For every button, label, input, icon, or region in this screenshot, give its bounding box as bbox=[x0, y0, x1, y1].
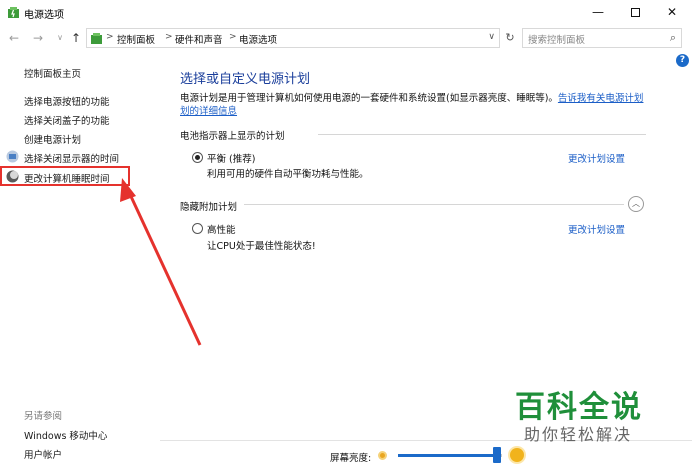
sidebar-item-create-plan[interactable]: 创建电源计划 bbox=[24, 132, 81, 146]
minimize-button[interactable]: — bbox=[580, 0, 616, 24]
plan-radio-balanced[interactable] bbox=[192, 152, 203, 163]
sun-bright-icon bbox=[510, 448, 524, 462]
address-bar[interactable]: > 控制面板 > 硬件和声音 > 电源选项 ∨ bbox=[86, 28, 500, 48]
breadcrumb-separator: > bbox=[229, 32, 237, 42]
help-icon[interactable]: ? bbox=[676, 54, 689, 67]
recent-locations-icon[interactable]: ∨ bbox=[52, 30, 68, 46]
forward-arrow-icon[interactable]: → bbox=[30, 30, 46, 46]
page-title: 选择或自定义电源计划 bbox=[180, 72, 311, 87]
learn-more-link[interactable]: 告诉我有关电源计划 bbox=[558, 93, 644, 104]
plan-desc-balanced: 利用可用的硬件自动平衡功耗与性能。 bbox=[207, 169, 369, 180]
change-plan-settings-link[interactable]: 更改计划设置 bbox=[568, 222, 625, 236]
section-divider bbox=[244, 204, 624, 205]
search-icon[interactable]: ⌕ bbox=[670, 31, 676, 45]
sidebar-item-lid[interactable]: 选择关闭盖子的功能 bbox=[24, 113, 110, 127]
plan-name-high-performance: 高性能 bbox=[207, 225, 236, 236]
sidebar: 控制面板主页 选择电源按钮的功能 选择关闭盖子的功能 创建电源计划 选择关闭显示… bbox=[0, 52, 160, 475]
section-divider bbox=[318, 134, 646, 135]
watermark-subtitle: 助你轻松解决 bbox=[524, 425, 633, 444]
maximize-button[interactable] bbox=[617, 0, 653, 24]
status-bar bbox=[160, 440, 692, 475]
hidden-plans-heading: 隐藏附加计划 bbox=[180, 202, 238, 213]
breadcrumb-hardware-sound[interactable]: 硬件和声音 bbox=[175, 32, 223, 46]
sidebar-item-power-button[interactable]: 选择电源按钮的功能 bbox=[24, 94, 110, 108]
window-title: 电源选项 bbox=[24, 10, 64, 21]
brightness-slider[interactable] bbox=[398, 454, 502, 457]
breadcrumb-separator: > bbox=[165, 32, 173, 42]
sidebar-item-display-off[interactable]: 选择关闭显示器的时间 bbox=[24, 151, 119, 165]
brightness-fill bbox=[398, 454, 497, 457]
power-options-icon bbox=[8, 7, 19, 18]
search-input[interactable]: 搜索控制面板 ⌕ bbox=[522, 28, 682, 48]
search-placeholder: 搜索控制面板 bbox=[528, 35, 586, 46]
page-description: 电源计划是用于管理计算机如何使用电源的一套硬件和系统设置(如显示器亮度、睡眠等)… bbox=[180, 92, 650, 118]
plan-radio-high-performance[interactable] bbox=[192, 223, 203, 234]
description-text: 电源计划是用于管理计算机如何使用电源的一套硬件和系统设置(如显示器亮度、睡眠等)… bbox=[180, 93, 558, 104]
see-also-mobility-center[interactable]: Windows 移动中心 bbox=[24, 428, 107, 442]
close-button[interactable]: ✕ bbox=[654, 0, 690, 24]
sidebar-item-home[interactable]: 控制面板主页 bbox=[24, 66, 81, 80]
refresh-icon[interactable]: ↻ bbox=[501, 29, 519, 47]
breadcrumb-separator: > bbox=[106, 32, 114, 42]
up-arrow-icon[interactable]: ↑ bbox=[68, 30, 84, 46]
chevron-down-icon[interactable]: ∨ bbox=[488, 32, 495, 42]
sun-dim-icon bbox=[378, 451, 387, 460]
navigation-bar: ← → ∨ ↑ > 控制面板 > 硬件和声音 > 电源选项 ∨ ↻ 搜索控制面板… bbox=[0, 26, 692, 50]
breadcrumb-control-panel[interactable]: 控制面板 bbox=[117, 32, 155, 46]
brightness-label: 屏幕亮度: bbox=[330, 453, 372, 464]
shield-display-icon bbox=[6, 150, 19, 163]
title-bar: 电源选项 — ✕ bbox=[0, 0, 692, 26]
control-panel-icon bbox=[91, 33, 102, 44]
plan-desc-high-performance: 让CPU处于最佳性能状态! bbox=[207, 241, 316, 252]
see-also-user-accounts[interactable]: 用户帐户 bbox=[24, 447, 62, 461]
breadcrumb-power-options[interactable]: 电源选项 bbox=[239, 32, 277, 46]
brightness-thumb[interactable] bbox=[492, 447, 501, 463]
back-arrow-icon[interactable]: ← bbox=[6, 30, 22, 46]
watermark-title: 百科全说 bbox=[515, 390, 643, 425]
chevron-up-icon[interactable]: ︿ bbox=[628, 196, 644, 212]
battery-plans-heading: 电池指示器上显示的计划 bbox=[180, 131, 285, 142]
change-plan-settings-link[interactable]: 更改计划设置 bbox=[568, 151, 625, 165]
highlight-box bbox=[0, 166, 130, 186]
plan-name-balanced: 平衡 (推荐) bbox=[207, 154, 256, 165]
learn-more-link-cont[interactable]: 划的详细信息 bbox=[180, 106, 237, 117]
see-also-heading: 另请参阅 bbox=[24, 411, 63, 422]
